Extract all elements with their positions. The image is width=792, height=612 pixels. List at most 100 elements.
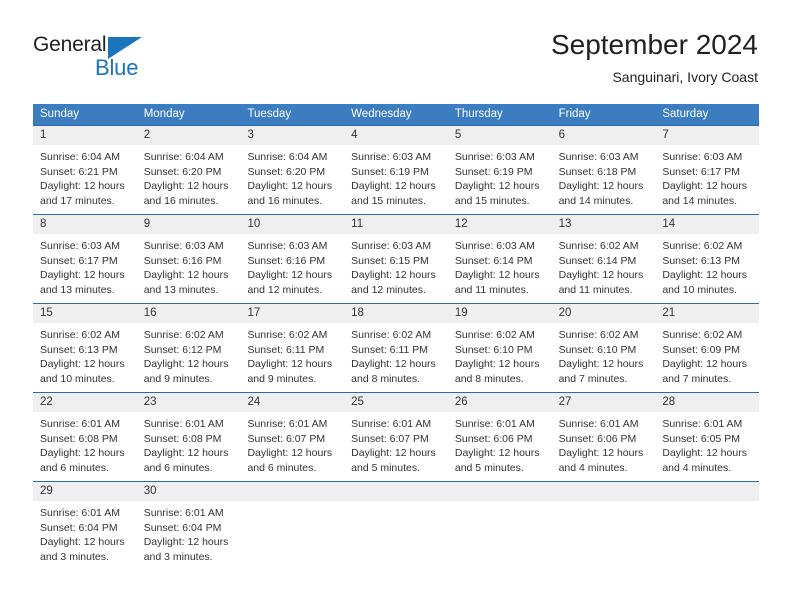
day-cell[interactable]: Sunrise: 6:03 AM Sunset: 6:15 PM Dayligh… [344, 234, 448, 303]
day-number[interactable]: 17 [240, 304, 344, 323]
daylight-text-cont: and 8 minutes. [351, 372, 421, 385]
day-cell[interactable]: Sunrise: 6:04 AM Sunset: 6:21 PM Dayligh… [33, 145, 137, 214]
sunrise-text: Sunrise: 6:03 AM [40, 240, 120, 252]
sunrise-text: Sunrise: 6:01 AM [40, 418, 120, 430]
day-cell[interactable]: Sunrise: 6:04 AM Sunset: 6:20 PM Dayligh… [240, 145, 344, 214]
day-number[interactable]: 8 [33, 215, 137, 234]
daylight-text: Daylight: 12 hours [454, 180, 540, 192]
day-cell[interactable]: Sunrise: 6:01 AM Sunset: 6:06 PM Dayligh… [448, 412, 552, 481]
sunset-text: Sunset: 6:07 PM [351, 432, 429, 445]
day-cell[interactable]: Sunrise: 6:02 AM Sunset: 6:12 PM Dayligh… [137, 323, 241, 392]
day-cell[interactable]: Sunrise: 6:02 AM Sunset: 6:14 PM Dayligh… [552, 234, 656, 303]
day-cell[interactable]: Sunrise: 6:02 AM Sunset: 6:11 PM Dayligh… [240, 323, 344, 392]
day-cell[interactable]: Sunrise: 6:03 AM Sunset: 6:16 PM Dayligh… [240, 234, 344, 303]
week-date-band: 1 2 3 4 5 6 7 [33, 126, 759, 145]
day-cell[interactable]: Sunrise: 6:01 AM Sunset: 6:06 PM Dayligh… [552, 412, 656, 481]
sunset-text: Sunset: 6:21 PM [40, 165, 118, 178]
weekday-header-saturday: Saturday [662, 108, 709, 120]
week-date-band: 29 30 [33, 482, 759, 501]
day-cell[interactable]: Sunrise: 6:01 AM Sunset: 6:04 PM Dayligh… [33, 501, 137, 570]
daylight-text: Daylight: 12 hours [662, 180, 747, 192]
sunset-text: Sunset: 6:11 PM [247, 343, 325, 356]
daylight-text-cont: and 15 minutes. [351, 194, 426, 207]
day-number[interactable]: 22 [33, 393, 137, 412]
day-cell[interactable]: Sunrise: 6:03 AM Sunset: 6:14 PM Dayligh… [448, 234, 552, 303]
day-number[interactable]: 7 [655, 126, 759, 145]
title-block: September 2024 Sanguinari, Ivory Coast [551, 28, 758, 86]
daylight-text: Daylight: 12 hours [662, 358, 747, 370]
day-number[interactable]: 11 [344, 215, 448, 234]
sunrise-text: Sunrise: 6:01 AM [247, 418, 328, 430]
week-detail-row: Sunrise: 6:02 AM Sunset: 6:13 PM Dayligh… [33, 323, 759, 392]
day-number[interactable]: 30 [137, 482, 241, 501]
sunrise-text: Sunrise: 6:02 AM [454, 329, 535, 341]
day-cell[interactable]: Sunrise: 6:02 AM Sunset: 6:11 PM Dayligh… [344, 323, 448, 392]
day-cell[interactable]: Sunrise: 6:04 AM Sunset: 6:20 PM Dayligh… [137, 145, 241, 214]
day-cell[interactable]: Sunrise: 6:02 AM Sunset: 6:13 PM Dayligh… [33, 323, 137, 392]
weekday-header-row: Sunday Monday Tuesday Wednesday Thursday… [33, 104, 759, 125]
day-number[interactable]: 16 [137, 304, 241, 323]
sunrise-text: Sunrise: 6:02 AM [662, 240, 743, 252]
day-cell[interactable]: Sunrise: 6:03 AM Sunset: 6:19 PM Dayligh… [448, 145, 552, 214]
day-number[interactable]: 9 [137, 215, 241, 234]
sunset-text: Sunset: 6:20 PM [247, 165, 326, 178]
day-number[interactable]: 24 [240, 393, 344, 412]
day-number[interactable]: 6 [552, 126, 656, 145]
day-number[interactable]: 26 [448, 393, 552, 412]
day-cell[interactable]: Sunrise: 6:03 AM Sunset: 6:17 PM Dayligh… [655, 145, 759, 214]
daylight-text-cont: and 10 minutes. [662, 283, 738, 296]
daylight-text: Daylight: 12 hours [351, 447, 436, 459]
sunset-text: Sunset: 6:17 PM [40, 254, 118, 267]
weekday-header-friday: Friday [558, 108, 591, 120]
day-number[interactable]: 21 [655, 304, 759, 323]
day-number[interactable]: 29 [33, 482, 137, 501]
day-number[interactable]: 4 [344, 126, 448, 145]
day-cell[interactable]: Sunrise: 6:03 AM Sunset: 6:17 PM Dayligh… [33, 234, 137, 303]
day-cell[interactable]: Sunrise: 6:02 AM Sunset: 6:09 PM Dayligh… [655, 323, 759, 392]
daylight-text: Daylight: 12 hours [40, 358, 125, 370]
day-number[interactable]: 20 [552, 304, 656, 323]
day-cell[interactable]: Sunrise: 6:01 AM Sunset: 6:05 PM Dayligh… [655, 412, 759, 481]
day-number[interactable]: 14 [655, 215, 759, 234]
day-cell[interactable]: Sunrise: 6:01 AM Sunset: 6:07 PM Dayligh… [344, 412, 448, 481]
calendar-week-row: 8 9 10 11 12 13 14 Sunrise: 6:03 AM Suns… [33, 214, 759, 303]
general-blue-logo[interactable]: General Blue [33, 33, 173, 85]
day-number[interactable]: 13 [552, 215, 656, 234]
day-cell[interactable]: Sunrise: 6:01 AM Sunset: 6:08 PM Dayligh… [33, 412, 137, 481]
day-cell[interactable]: Sunrise: 6:02 AM Sunset: 6:13 PM Dayligh… [655, 234, 759, 303]
day-number[interactable]: 23 [137, 393, 241, 412]
day-number[interactable]: 10 [240, 215, 344, 234]
day-cell[interactable]: Sunrise: 6:02 AM Sunset: 6:10 PM Dayligh… [448, 323, 552, 392]
sunrise-text: Sunrise: 6:01 AM [558, 418, 639, 430]
calendar-week-row: 29 30 Sunrise: 6:01 AM Sunset: 6:04 PM D… [33, 481, 759, 570]
day-number[interactable]: 5 [448, 126, 552, 145]
day-number[interactable]: 28 [655, 393, 759, 412]
day-number[interactable]: 2 [137, 126, 241, 145]
sunset-text: Sunset: 6:14 PM [558, 254, 637, 267]
day-cell[interactable]: Sunrise: 6:02 AM Sunset: 6:10 PM Dayligh… [552, 323, 656, 392]
day-cell[interactable]: Sunrise: 6:03 AM Sunset: 6:16 PM Dayligh… [137, 234, 241, 303]
day-number[interactable]: 15 [33, 304, 137, 323]
daylight-text-cont: and 7 minutes. [558, 372, 628, 385]
day-number[interactable]: 19 [448, 304, 552, 323]
day-cell[interactable]: Sunrise: 6:01 AM Sunset: 6:08 PM Dayligh… [137, 412, 241, 481]
sunset-text: Sunset: 6:11 PM [351, 343, 429, 356]
daylight-text-cont: and 8 minutes. [454, 372, 524, 385]
day-cell[interactable]: Sunrise: 6:03 AM Sunset: 6:18 PM Dayligh… [552, 145, 656, 214]
sunset-text: Sunset: 6:20 PM [143, 165, 222, 178]
day-number[interactable]: 3 [240, 126, 344, 145]
day-number[interactable]: 12 [448, 215, 552, 234]
day-number[interactable]: 1 [33, 126, 137, 145]
day-cell[interactable]: Sunrise: 6:03 AM Sunset: 6:19 PM Dayligh… [344, 145, 448, 214]
day-cell[interactable]: Sunrise: 6:01 AM Sunset: 6:07 PM Dayligh… [240, 412, 344, 481]
day-number-empty [448, 482, 552, 501]
day-number[interactable]: 27 [552, 393, 656, 412]
day-number[interactable]: 18 [344, 304, 448, 323]
calendar-week-row: 15 16 17 18 19 20 21 Sunrise: 6:02 AM Su… [33, 303, 759, 392]
daylight-text-cont: and 11 minutes. [558, 283, 633, 296]
day-cell[interactable]: Sunrise: 6:01 AM Sunset: 6:04 PM Dayligh… [137, 501, 241, 570]
daylight-text: Daylight: 12 hours [454, 358, 540, 370]
day-number[interactable]: 25 [344, 393, 448, 412]
sunset-text: Sunset: 6:13 PM [662, 254, 740, 267]
sunrise-text: Sunrise: 6:02 AM [143, 329, 224, 341]
